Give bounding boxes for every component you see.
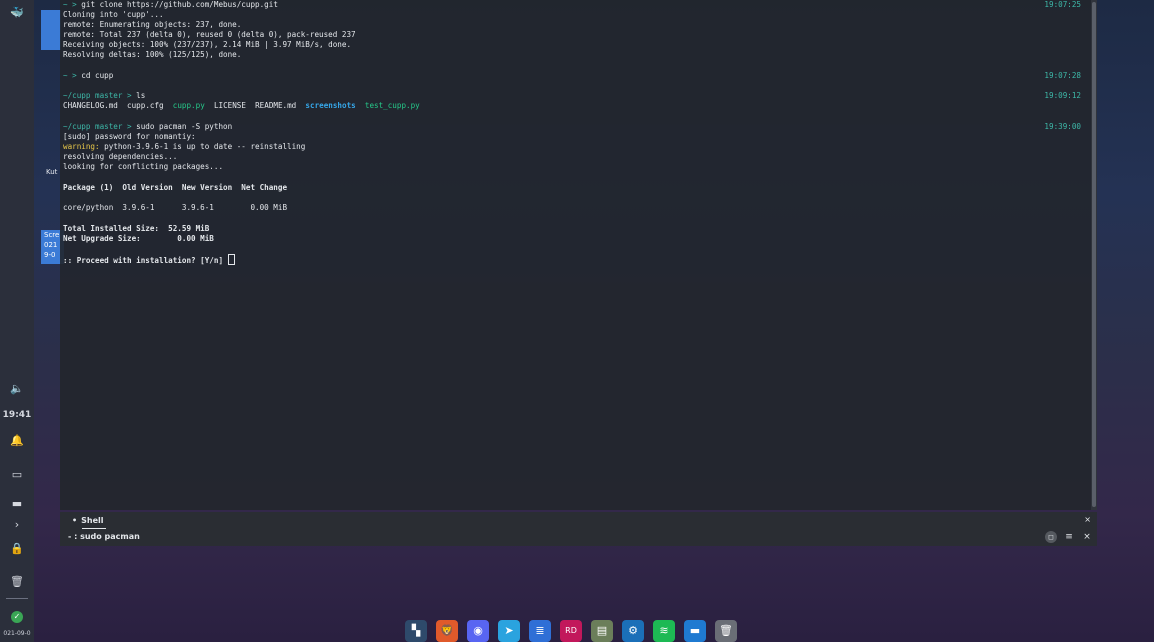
menu-button[interactable]: ≡ (1063, 531, 1075, 543)
float-window-button[interactable]: ◻ (1045, 531, 1057, 543)
screen-icon[interactable]: ▭ (0, 468, 34, 481)
close-tab-icon[interactable]: × (1084, 515, 1091, 524)
rider-ide-icon[interactable]: RD (560, 619, 582, 642)
notes-icon[interactable]: ≣ (529, 619, 551, 642)
scrollbar-thumb[interactable] (1092, 2, 1096, 507)
desktop-folder-icon[interactable] (41, 10, 61, 50)
terminal-line: Receiving objects: 100% (237/237), 2.14 … (63, 40, 352, 49)
terminal-line: [sudo] password for nomantiy: (63, 132, 196, 141)
terminal-line: remote: Enumerating objects: 237, done. (63, 20, 242, 29)
terminal-line: Net Upgrade Size: 0.00 MiB (63, 234, 214, 243)
terminal-line: Resolving deltas: 100% (125/125), done. (63, 50, 242, 59)
terminal-line: core/python 3.9.6-1 3.9.6-1 0.00 MiB (63, 203, 288, 212)
steam-icon[interactable]: ⚙ (622, 619, 644, 642)
terminal-window[interactable]: ~ > git clone https://github.com/Mebus/c… (60, 0, 1097, 510)
terminal-line: ~ > cd cupp (63, 71, 114, 80)
terminal-line: resolving dependencies... (63, 152, 178, 161)
telegram-icon[interactable]: ➤ (498, 619, 520, 642)
tiling-manager-icon[interactable]: ▚ (405, 619, 427, 642)
monitor-icon[interactable]: ▬ (0, 497, 34, 510)
close-button[interactable]: × (1081, 531, 1093, 543)
volume-icon[interactable]: 🔈 (0, 382, 34, 395)
terminal-line: remote: Total 237 (delta 0), reused 0 (d… (63, 30, 356, 39)
desktop-icon-label[interactable]: Kut (46, 168, 57, 176)
terminal-line: warning: python-3.9.6-1 is up to date --… (63, 142, 306, 151)
text-cursor (227, 254, 235, 265)
trash-icon[interactable]: 🗑 (715, 619, 737, 642)
trash-icon[interactable]: 🗑 (0, 575, 34, 588)
chevron-right-icon[interactable]: › (0, 518, 34, 531)
date: 021-09-0 (3, 630, 31, 637)
terminal-line: looking for conflicting packages... (63, 162, 224, 171)
terminal-line: Cloning into 'cupp'... (63, 10, 164, 19)
terminal-line: ~/cupp master > ls (63, 91, 146, 100)
tab-shell[interactable]: • Shell (72, 516, 106, 529)
spotify-icon[interactable]: ≋ (653, 619, 675, 642)
discord-icon[interactable]: ◉ (467, 619, 489, 642)
left-panel: 🐳 🔈 19:41 🔔 ▭ ▬ › 🔒 🗑 ✓ 021-09-0 (0, 0, 34, 642)
clock[interactable]: 19:41 (0, 410, 34, 420)
panel-divider (6, 598, 28, 599)
status-check-icon[interactable]: ✓ (0, 609, 34, 623)
file-manager-icon[interactable]: ▤ (591, 619, 613, 642)
terminal-scrollbar[interactable] (1091, 0, 1097, 510)
tab-marker: • (72, 516, 78, 525)
timestamp: 19:07:28 (1044, 71, 1081, 80)
lock-icon[interactable]: 🔒 (0, 542, 34, 555)
terminal-line: ~/cupp master > sudo pacman -S python (63, 122, 233, 131)
terminal-line: Total Installed Size: 52.59 MiB (63, 224, 210, 233)
app-launcher-icon[interactable]: 🐳 (0, 6, 34, 19)
timestamp: 19:07:25 (1044, 0, 1081, 9)
tab-label: Shell (81, 516, 104, 525)
terminal-prompt-line[interactable]: :: Proceed with installation? [Y/n] (63, 254, 235, 266)
terminal-line: Package (1) Old Version New Version Net … (63, 183, 288, 192)
task-label: - : sudo pacman (68, 532, 140, 541)
shell-panel: • Shell × - : sudo pacman ◻ ≡ × (60, 512, 1097, 546)
timestamp: 19:09:12 (1044, 91, 1081, 100)
dock: ▚ 🦁 ◉ ➤ ≣ RD ▤ ⚙ ≋ ▬ 🗑 (405, 619, 737, 642)
brave-browser-icon[interactable]: 🦁 (436, 619, 458, 642)
ls-output: CHANGELOG.md cupp.cfg cupp.py LICENSE RE… (63, 101, 420, 110)
folder-icon[interactable]: ▬ (684, 619, 706, 642)
tab-underline (82, 528, 106, 529)
terminal-line: ~ > git clone https://github.com/Mebus/c… (63, 0, 278, 9)
timestamp: 19:39:00 (1044, 122, 1081, 131)
notification-bell-icon[interactable]: 🔔 (0, 434, 34, 447)
